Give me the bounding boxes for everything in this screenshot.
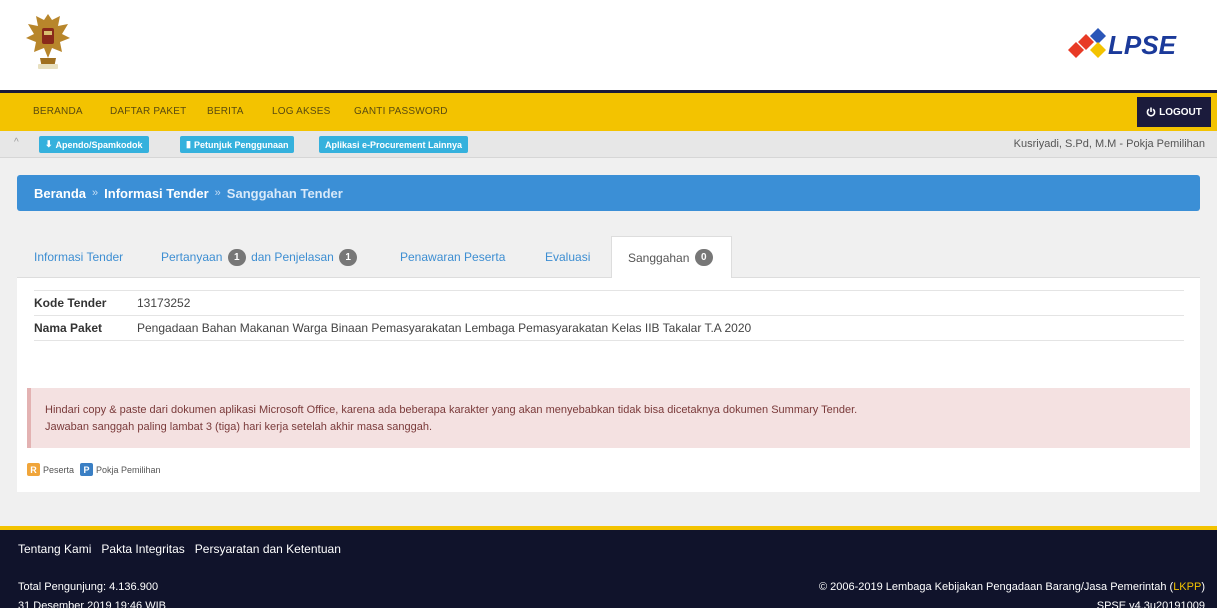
tab-label: Penawaran Peserta bbox=[400, 250, 506, 264]
breadcrumb-separator: » bbox=[92, 187, 99, 199]
svg-text:LPSE: LPSE bbox=[1108, 30, 1177, 60]
tab-pertanyaan-penjelasan[interactable]: Pertanyaan 1 dan Penjelasan 1 bbox=[161, 236, 359, 278]
nav-berita[interactable]: BERITA bbox=[207, 106, 244, 117]
tab-informasi-tender[interactable]: Informasi Tender bbox=[34, 236, 123, 278]
tender-info-table: Kode Tender 13173252 Nama Paket Pengadaa… bbox=[34, 290, 1184, 341]
content-panel: Kode Tender 13173252 Nama Paket Pengadaa… bbox=[17, 278, 1200, 492]
copyright-text: © 2006-2019 Lembaga Kebijakan Pengadaan … bbox=[819, 578, 1205, 597]
copyright-close: ) bbox=[1201, 581, 1205, 593]
tab-evaluasi[interactable]: Evaluasi bbox=[545, 236, 590, 278]
breadcrumb-home[interactable]: Beranda bbox=[34, 186, 86, 201]
garuda-emblem-icon bbox=[26, 14, 70, 69]
warning-alert: Hindari copy & paste dari dokumen aplika… bbox=[27, 388, 1190, 448]
footer-links: Tentang Kami Pakta Integritas Persyarata… bbox=[18, 542, 341, 556]
tab-label: dan Penjelasan bbox=[251, 250, 334, 264]
legend-r-badge: R bbox=[27, 463, 40, 476]
logout-label: LOGOUT bbox=[1159, 106, 1202, 118]
collapse-caret-icon[interactable]: ^ bbox=[14, 137, 19, 148]
legend: R Peserta P Pokja Pemilihan bbox=[27, 463, 161, 476]
footer-stats: Total Pengunjung: 4.136.900 31 Desember … bbox=[18, 578, 166, 608]
footer-datetime: 31 Desember 2019 19:46 WIB bbox=[18, 600, 166, 608]
apendo-label: Apendo/Spamkodok bbox=[55, 139, 143, 150]
petunjuk-label: Petunjuk Penggunaan bbox=[193, 139, 289, 150]
lkpp-link[interactable]: LKPP bbox=[1173, 581, 1201, 593]
legend-peserta-label: Peserta bbox=[43, 464, 75, 475]
footer-copyright: © 2006-2019 Lembaga Kebijakan Pengadaan … bbox=[819, 578, 1205, 608]
main-navbar: BERANDA DAFTAR PAKET BERITA LOG AKSES GA… bbox=[0, 90, 1217, 131]
nav-log-akses[interactable]: LOG AKSES bbox=[272, 106, 331, 117]
breadcrumb-separator: » bbox=[214, 187, 221, 199]
kode-tender-label: Kode Tender bbox=[34, 296, 107, 310]
breadcrumb-informasi[interactable]: Informasi Tender bbox=[104, 186, 209, 201]
legend-pokja-label: Pokja Pemilihan bbox=[96, 464, 161, 475]
site-footer: Tentang Kami Pakta Integritas Persyarata… bbox=[0, 526, 1217, 608]
pertanyaan-count-badge: 1 bbox=[227, 248, 246, 266]
book-icon: ▮ bbox=[186, 139, 191, 149]
sanggahan-count-badge: 0 bbox=[694, 249, 713, 266]
tab-penawaran-peserta[interactable]: Penawaran Peserta bbox=[400, 236, 505, 278]
tab-label: Evaluasi bbox=[545, 250, 591, 264]
tender-tabs: Informasi Tender Pertanyaan 1 dan Penjel… bbox=[17, 236, 1200, 279]
table-row: Kode Tender 13173252 bbox=[34, 291, 1184, 316]
tab-label: Informasi Tender bbox=[34, 250, 124, 264]
aplikasi-label: Aplikasi e-Procurement Lainnya bbox=[325, 139, 463, 150]
aplikasi-button[interactable]: Aplikasi e-Procurement Lainnya bbox=[319, 136, 469, 153]
nama-paket-label: Nama Paket bbox=[34, 321, 103, 335]
download-icon: ⬇ bbox=[45, 139, 53, 149]
breadcrumb-current: Sanggahan Tender bbox=[226, 185, 343, 201]
tab-label: Pertanyaan bbox=[161, 250, 223, 264]
tab-sanggahan[interactable]: Sanggahan 0 bbox=[611, 236, 732, 279]
tab-label: Sanggahan bbox=[628, 250, 690, 265]
sub-toolbar: ^ ⬇ Apendo/Spamkodok ▮ Petunjuk Pengguna… bbox=[0, 131, 1217, 158]
version-text: SPSE v4.3u20191009 bbox=[1096, 600, 1205, 608]
table-row: Nama Paket Pengadaan Bahan Makanan Warga… bbox=[34, 316, 1184, 341]
visitor-count: Total Pengunjung: 4.136.900 bbox=[18, 581, 159, 593]
lpse-logo: LPSE bbox=[1068, 28, 1177, 60]
legend-p-badge: P bbox=[80, 463, 94, 476]
logout-button[interactable]: LOGOUT bbox=[1137, 97, 1211, 127]
alert-line: Jawaban sanggah paling lambat 3 (tiga) h… bbox=[45, 421, 433, 433]
breadcrumb: Beranda » Informasi Tender » Sanggahan T… bbox=[17, 175, 1200, 211]
nama-paket-value: Pengadaan Bahan Makanan Warga Binaan Pem… bbox=[137, 321, 752, 335]
site-header: LPSE bbox=[0, 0, 1217, 90]
copyright-label: © 2006-2019 Lembaga Kebijakan Pengadaan … bbox=[818, 581, 1174, 593]
user-info: Kusriyadi, S.Pd, M.M - Pokja Pemilihan bbox=[1013, 138, 1205, 150]
nav-daftar-paket[interactable]: DAFTAR PAKET bbox=[110, 106, 186, 117]
apendo-button[interactable]: ⬇ Apendo/Spamkodok bbox=[39, 136, 149, 153]
nav-ganti-password[interactable]: GANTI PASSWORD bbox=[354, 106, 448, 117]
power-icon bbox=[1146, 107, 1156, 117]
kode-tender-value: 13173252 bbox=[137, 296, 191, 310]
alert-line: Hindari copy & paste dari dokumen aplika… bbox=[45, 404, 858, 416]
penjelasan-count-badge: 1 bbox=[339, 248, 358, 266]
footer-link-pakta[interactable]: Pakta Integritas bbox=[101, 542, 184, 556]
petunjuk-button[interactable]: ▮ Petunjuk Penggunaan bbox=[180, 136, 295, 153]
nav-beranda[interactable]: BERANDA bbox=[33, 106, 83, 117]
footer-link-persyaratan[interactable]: Persyaratan dan Ketentuan bbox=[195, 542, 341, 556]
footer-link-tentang[interactable]: Tentang Kami bbox=[18, 542, 91, 556]
